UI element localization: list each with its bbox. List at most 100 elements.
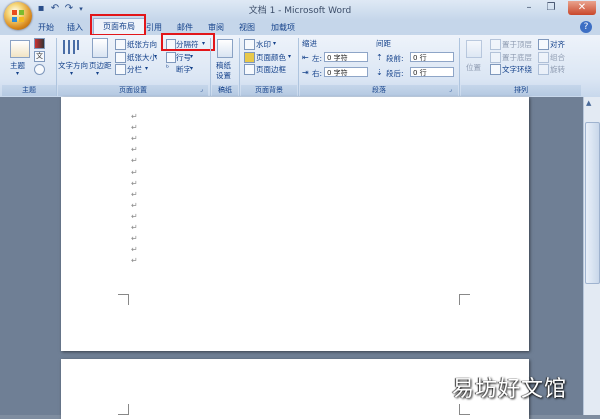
paragraph-mark: ↵ <box>131 112 138 121</box>
orientation-label[interactable]: 纸张方向 <box>127 39 157 50</box>
indent-right-input[interactable]: 0 字符 <box>324 67 368 77</box>
indent-title: 缩进 <box>302 39 317 48</box>
hyphenation-dropdown-icon[interactable]: ▾ <box>190 65 193 72</box>
page-border-label[interactable]: 页面边框 <box>256 64 286 75</box>
paragraph-mark: ↵ <box>131 123 138 133</box>
spacing-after-label: 段后: <box>386 69 404 78</box>
office-button[interactable] <box>4 2 32 30</box>
paragraph-mark: ↵ <box>131 167 138 177</box>
spacing-before-icon: ⇡ <box>376 53 383 62</box>
line-numbers-label[interactable]: 行号 <box>176 52 191 63</box>
group-label-page-background: 页面背景 <box>241 85 297 96</box>
margins-icon[interactable] <box>92 38 108 58</box>
hyphenation-icon[interactable]: ᵇ <box>166 64 169 72</box>
indent-left-label: 左: <box>312 54 323 63</box>
position-label[interactable]: 位置 <box>466 62 481 73</box>
columns-dropdown-icon[interactable]: ▾ <box>145 65 148 72</box>
size-icon[interactable] <box>115 52 126 63</box>
group-separator <box>459 38 460 96</box>
page-setup-launcher-icon[interactable]: ⌟ <box>200 86 203 93</box>
crop-mark <box>118 294 129 305</box>
paragraph-mark: ↵ <box>131 234 138 244</box>
indent-left-input[interactable]: 0 字符 <box>324 52 368 62</box>
tab-home[interactable]: 开始 <box>33 21 59 34</box>
crop-mark <box>118 404 129 415</box>
help-icon[interactable]: ? <box>580 21 592 33</box>
scroll-up-icon[interactable]: ▲ <box>586 99 591 107</box>
rotate-icon[interactable] <box>538 64 549 75</box>
group-label-paragraph: 段落 <box>300 85 458 96</box>
crop-mark <box>459 294 470 305</box>
group-label-page-setup: 页面设置 <box>58 85 208 96</box>
theme-dropdown-icon[interactable]: ▾ <box>16 70 19 77</box>
orientation-icon[interactable] <box>115 39 126 50</box>
columns-label[interactable]: 分栏 <box>127 64 142 75</box>
group-separator <box>210 38 211 96</box>
bring-front-label[interactable]: 置于顶层 <box>502 39 532 50</box>
group-icon[interactable] <box>538 52 549 63</box>
paragraph-mark: ↵ <box>131 223 138 232</box>
spacing-title: 间距 <box>376 39 391 48</box>
group-label-theme: 主题 <box>2 85 56 96</box>
paragraph-mark: ↵ <box>131 156 138 166</box>
rotate-label[interactable]: 旋转 <box>550 64 565 75</box>
send-back-icon[interactable] <box>490 52 501 63</box>
hyphenation-label[interactable]: 断字 <box>176 64 191 75</box>
spacing-before-label: 段前: <box>386 54 404 63</box>
paragraph-mark: ↵ <box>131 145 138 155</box>
page-color-label[interactable]: 页面颜色 <box>256 52 286 63</box>
theme-icon[interactable] <box>10 40 30 58</box>
highlight-box-breaks <box>161 33 215 51</box>
size-dropdown-icon[interactable]: ▾ <box>154 53 157 60</box>
watermark-icon[interactable] <box>244 39 255 50</box>
theme-colors-icon[interactable] <box>34 38 45 49</box>
watermark-text: 易坊好文馆 <box>452 377 568 402</box>
watermark-dropdown-icon[interactable]: ▾ <box>273 40 276 47</box>
send-back-label[interactable]: 置于底层 <box>502 52 532 63</box>
group-separator <box>298 38 299 96</box>
minimize-icon[interactable]: – <box>520 1 538 15</box>
group-label-draft: 稿纸 <box>212 85 238 96</box>
text-wrap-label[interactable]: 文字环绕 <box>502 64 532 75</box>
close-icon[interactable]: ✕ <box>568 1 596 15</box>
group-objects-label[interactable]: 组合 <box>550 52 565 63</box>
indent-right-label: 右: <box>312 69 323 78</box>
office-logo-icon <box>12 10 24 22</box>
indent-left-icon: ⇤ <box>302 53 309 62</box>
highlight-box-tab <box>90 14 146 36</box>
theme-fonts-icon[interactable]: 文 <box>34 51 45 62</box>
text-direction-icon[interactable] <box>60 38 80 56</box>
text-direction-dropdown-icon[interactable]: ▾ <box>70 70 73 77</box>
tab-add-ins[interactable]: 加载项 <box>266 21 300 34</box>
size-label[interactable]: 纸张大小 <box>127 52 157 63</box>
group-separator <box>56 38 57 96</box>
indent-right-icon: ⇥ <box>302 68 309 77</box>
text-wrap-icon[interactable] <box>490 64 501 75</box>
align-icon[interactable] <box>538 39 549 50</box>
paragraph-launcher-icon[interactable]: ⌟ <box>449 86 452 93</box>
draft-paper-icon[interactable] <box>217 39 233 58</box>
group-separator <box>239 38 240 96</box>
bring-front-icon[interactable] <box>490 39 501 50</box>
line-numbers-icon[interactable] <box>166 52 176 63</box>
tab-insert[interactable]: 插入 <box>62 21 88 34</box>
watermark-label[interactable]: 水印 <box>256 39 271 50</box>
theme-effects-icon[interactable] <box>34 64 45 75</box>
position-icon[interactable] <box>466 40 482 58</box>
draft-paper-settings-label[interactable]: 设置 <box>216 70 231 81</box>
page-border-icon[interactable] <box>244 64 255 75</box>
line-numbers-dropdown-icon[interactable]: ▾ <box>190 53 193 60</box>
paragraph-mark: ↵ <box>131 200 138 210</box>
tab-view[interactable]: 视图 <box>234 21 260 34</box>
columns-icon[interactable] <box>115 64 126 75</box>
margins-label[interactable]: 页边距 <box>89 60 112 71</box>
page-color-dropdown-icon[interactable]: ▾ <box>288 53 291 60</box>
align-label[interactable]: 对齐 <box>550 39 565 50</box>
scrollbar-thumb[interactable] <box>585 122 600 284</box>
page-color-icon[interactable] <box>244 52 255 63</box>
spacing-after-input[interactable]: 0 行 <box>410 67 454 77</box>
restore-icon[interactable]: ❐ <box>542 1 560 15</box>
margins-dropdown-icon[interactable]: ▾ <box>96 70 99 77</box>
paragraph-mark: ↵ <box>131 245 138 255</box>
spacing-before-input[interactable]: 0 行 <box>410 52 454 62</box>
